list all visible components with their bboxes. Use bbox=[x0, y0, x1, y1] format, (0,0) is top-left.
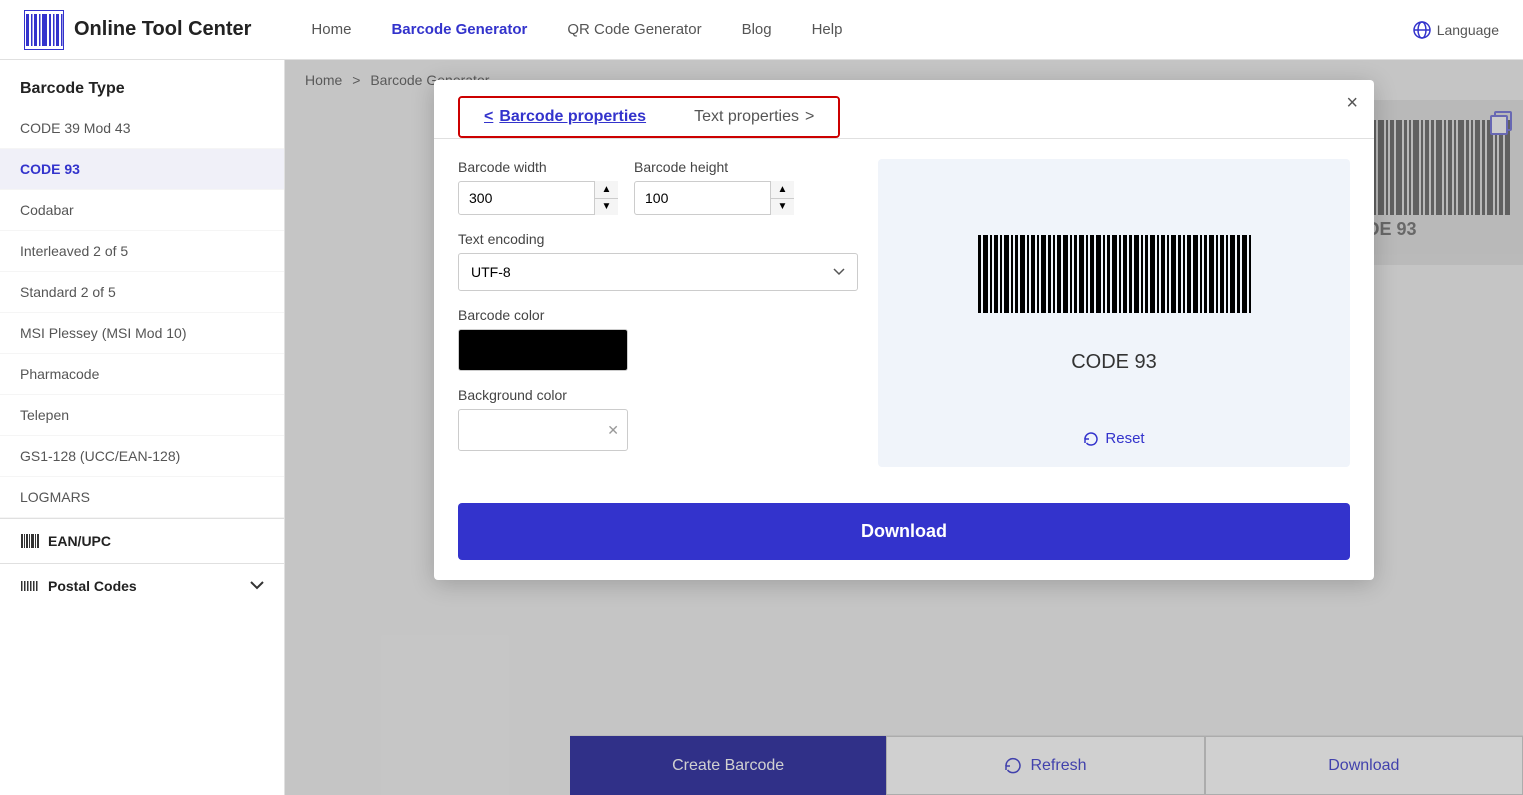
nav-blog[interactable]: Blog bbox=[742, 17, 772, 42]
tab-text-label: Text properties bbox=[694, 108, 799, 126]
tab-barcode-arrow: < bbox=[484, 108, 493, 126]
background-color-label: Background color bbox=[458, 387, 858, 403]
sidebar-section-ean-label: EAN/UPC bbox=[48, 533, 111, 549]
text-encoding-group: Text encoding UTF-8 ASCII ISO-8859-1 bbox=[458, 231, 858, 291]
sidebar-section-postal-label: Postal Codes bbox=[48, 578, 137, 594]
sidebar-item-standard2of5[interactable]: Standard 2 of 5 bbox=[0, 272, 284, 313]
language-label: Language bbox=[1437, 22, 1499, 38]
language-button[interactable]: Language bbox=[1413, 21, 1499, 39]
logo[interactable]: Online Tool Center bbox=[24, 10, 251, 50]
nav-qr-code[interactable]: QR Code Generator bbox=[567, 17, 701, 42]
sidebar-section-ean[interactable]: EAN/UPC bbox=[0, 518, 284, 563]
barcode-preview-svg bbox=[974, 223, 1254, 343]
barcode-width-down[interactable]: ▼ bbox=[595, 199, 618, 216]
modal-body: Barcode width ▲ ▼ Barco bbox=[434, 139, 1374, 487]
sidebar-section-postal[interactable]: Postal Codes bbox=[0, 563, 284, 608]
background-color-input[interactable]: ✕ bbox=[458, 409, 628, 451]
preview-panel: CODE 93 Reset bbox=[878, 159, 1350, 467]
modal: < Barcode properties Text properties > × bbox=[434, 80, 1374, 580]
modal-overlay: < Barcode properties Text properties > × bbox=[285, 60, 1523, 795]
sidebar-item-pharmacode[interactable]: Pharmacode bbox=[0, 354, 284, 395]
sidebar-item-gs1[interactable]: GS1-128 (UCC/EAN-128) bbox=[0, 436, 284, 477]
properties-panel: Barcode width ▲ ▼ Barco bbox=[458, 159, 858, 467]
tab-barcode-label: Barcode properties bbox=[499, 108, 646, 126]
sidebar-item-code39mod43[interactable]: CODE 39 Mod 43 bbox=[0, 108, 284, 149]
barcode-color-label: Barcode color bbox=[458, 307, 858, 323]
globe-icon bbox=[1413, 21, 1431, 39]
sidebar-item-telepen[interactable]: Telepen bbox=[0, 395, 284, 436]
reset-button[interactable]: Reset bbox=[1083, 430, 1144, 447]
reset-label: Reset bbox=[1105, 430, 1144, 447]
modal-tabs: < Barcode properties Text properties > bbox=[458, 96, 840, 138]
barcode-height-down[interactable]: ▼ bbox=[771, 199, 794, 216]
text-encoding-label: Text encoding bbox=[458, 231, 858, 247]
modal-download-button[interactable]: Download bbox=[458, 503, 1350, 560]
modal-close-button[interactable]: × bbox=[1346, 92, 1358, 115]
logo-icon bbox=[24, 10, 64, 50]
nav-home[interactable]: Home bbox=[311, 17, 351, 42]
barcode-height-group: Barcode height ▲ ▼ bbox=[634, 159, 794, 215]
barcode-width-input-wrapper: ▲ ▼ bbox=[458, 181, 618, 215]
logo-text: Online Tool Center bbox=[74, 18, 251, 41]
dimensions-row: Barcode width ▲ ▼ Barco bbox=[458, 159, 858, 231]
tab-barcode-properties[interactable]: < Barcode properties bbox=[460, 98, 670, 136]
nav-help[interactable]: Help bbox=[812, 17, 843, 42]
tab-text-properties[interactable]: Text properties > bbox=[670, 98, 838, 136]
barcode-width-arrows: ▲ ▼ bbox=[594, 181, 618, 215]
sidebar-item-msi[interactable]: MSI Plessey (MSI Mod 10) bbox=[0, 313, 284, 354]
barcode-height-input-wrapper: ▲ ▼ bbox=[634, 181, 794, 215]
nav-barcode-generator[interactable]: Barcode Generator bbox=[391, 17, 527, 42]
main-layout: Barcode Type CODE 39 Mod 43 CODE 93 Coda… bbox=[0, 60, 1523, 795]
tab-text-arrow: > bbox=[805, 108, 814, 126]
sidebar: Barcode Type CODE 39 Mod 43 CODE 93 Coda… bbox=[0, 60, 285, 795]
background-color-group: Background color ✕ bbox=[458, 387, 858, 451]
barcode-small-icon bbox=[20, 531, 40, 551]
postal-icon bbox=[20, 576, 40, 596]
header: Online Tool Center Home Barcode Generato… bbox=[0, 0, 1523, 60]
barcode-color-swatch[interactable] bbox=[458, 329, 628, 371]
barcode-width-up[interactable]: ▲ bbox=[595, 181, 618, 199]
barcode-height-arrows: ▲ ▼ bbox=[770, 181, 794, 215]
background-color-clear[interactable]: ✕ bbox=[607, 422, 619, 439]
sidebar-item-logmars[interactable]: LOGMARS bbox=[0, 477, 284, 518]
barcode-color-group: Barcode color bbox=[458, 307, 858, 371]
chevron-down-icon bbox=[250, 581, 264, 591]
reset-icon bbox=[1083, 431, 1099, 447]
sidebar-item-interleaved2of5[interactable]: Interleaved 2 of 5 bbox=[0, 231, 284, 272]
text-encoding-select[interactable]: UTF-8 ASCII ISO-8859-1 bbox=[458, 253, 858, 291]
sidebar-item-codabar[interactable]: Codabar bbox=[0, 190, 284, 231]
main-nav: Home Barcode Generator QR Code Generator… bbox=[311, 17, 1412, 42]
modal-header: < Barcode properties Text properties > × bbox=[434, 80, 1374, 139]
modal-footer: Download bbox=[434, 487, 1374, 580]
barcode-preview: CODE 93 bbox=[898, 179, 1330, 418]
sidebar-item-code93[interactable]: CODE 93 bbox=[0, 149, 284, 190]
barcode-width-group: Barcode width ▲ ▼ bbox=[458, 159, 618, 215]
barcode-height-up[interactable]: ▲ bbox=[771, 181, 794, 199]
sidebar-title: Barcode Type bbox=[0, 60, 284, 108]
barcode-height-label: Barcode height bbox=[634, 159, 794, 175]
barcode-width-label: Barcode width bbox=[458, 159, 618, 175]
content-area: Home > Barcode Generator bbox=[285, 60, 1523, 795]
barcode-code-label: CODE 93 bbox=[1071, 351, 1157, 374]
